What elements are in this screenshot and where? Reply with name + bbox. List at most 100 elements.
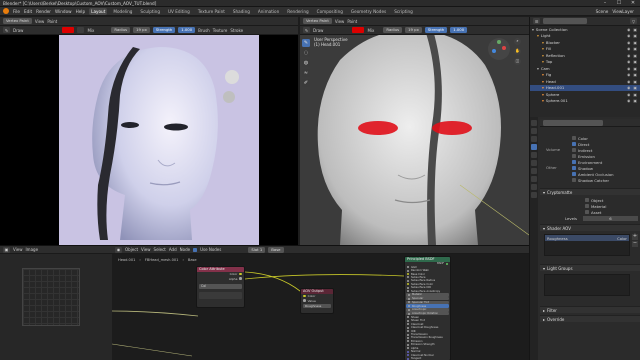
right-viewport[interactable]: ✎ ◌ ◍ ≈ ✐ User Perspective (1) Head.001 …: [300, 35, 529, 245]
blur-tool-icon[interactable]: ◌: [302, 49, 310, 57]
workspace-tab-modeling[interactable]: Modeling: [111, 8, 134, 15]
camera-render-icon[interactable]: ▣: [633, 66, 637, 71]
checkbox[interactable]: [572, 142, 576, 146]
aov-type[interactable]: Color: [617, 236, 627, 241]
shader-select-menu[interactable]: Select: [154, 247, 166, 252]
shader-add-menu[interactable]: Add: [169, 247, 177, 252]
brush-icon-right[interactable]: ✎: [303, 27, 310, 33]
world-tab-icon[interactable]: [531, 160, 537, 166]
remove-aov-icon[interactable]: −: [632, 241, 638, 247]
aov-name-field[interactable]: Roughness: [303, 303, 331, 309]
override-section-header[interactable]: ▸ Override: [540, 315, 640, 322]
paint-color-swatch[interactable]: [62, 27, 75, 33]
workspace-tab-uv-editing[interactable]: UV Editing: [166, 8, 192, 15]
outliner-row-label[interactable]: Head.001: [546, 85, 564, 90]
camera-render-icon[interactable]: ▣: [633, 40, 637, 45]
radius-label[interactable]: Radius: [111, 27, 131, 33]
workspace-tab-rendering[interactable]: Rendering: [285, 8, 310, 15]
view-layer-tab-icon[interactable]: [531, 144, 537, 150]
menu-paint[interactable]: Paint: [47, 19, 57, 24]
outliner-display-mode-icon[interactable]: ☰: [533, 18, 540, 24]
maximize-button[interactable]: ☐: [612, 0, 626, 7]
eye-icon[interactable]: ◉: [627, 72, 630, 77]
eye-icon[interactable]: ◉: [627, 79, 630, 84]
checkbox[interactable]: [572, 166, 576, 170]
annotate-tool-icon[interactable]: ✐: [302, 79, 310, 87]
outliner-row-label[interactable]: Blocker: [546, 40, 560, 45]
radius-label-right[interactable]: Radius: [383, 27, 403, 33]
radius-field-right[interactable]: 19 px: [405, 27, 422, 33]
outliner-row-label[interactable]: Fill: [546, 46, 551, 51]
paint-color-swatch-right[interactable]: [352, 27, 365, 33]
close-button[interactable]: ✕: [626, 0, 640, 7]
outliner-row-label[interactable]: Fig: [546, 72, 551, 77]
checkbox[interactable]: [572, 154, 576, 158]
gizmo-x-axis-icon[interactable]: [502, 46, 506, 50]
aov-name[interactable]: Roughness: [547, 236, 568, 241]
eye-icon[interactable]: ◉: [627, 40, 630, 45]
camera-render-icon[interactable]: ▣: [633, 79, 637, 84]
average-tool-icon[interactable]: ◍: [302, 59, 310, 67]
physics-tab-icon[interactable]: [531, 184, 537, 190]
smear-tool-icon[interactable]: ≈: [302, 69, 310, 77]
image-editor-canvas[interactable]: [0, 254, 112, 360]
brush-name[interactable]: Draw: [13, 28, 23, 33]
shader-view-menu[interactable]: View: [141, 247, 151, 252]
checkbox[interactable]: [572, 160, 576, 164]
workspace-tab-compositing[interactable]: Compositing: [315, 8, 345, 15]
aov-value-input-socket[interactable]: Value: [301, 298, 333, 303]
principled-bsdf-node[interactable]: Principled BSDF BSDF GGX Random Walk Base C…: [404, 256, 451, 360]
alpha-output-socket[interactable]: Alpha: [197, 276, 244, 281]
eye-icon[interactable]: ◉: [627, 66, 630, 71]
bsdf-socket-row[interactable]: Specular: [406, 296, 449, 301]
use-nodes-checkbox[interactable]: [193, 247, 198, 252]
eye-icon[interactable]: ◉: [627, 85, 630, 90]
render-tab-icon[interactable]: [531, 128, 537, 134]
outliner-row-label[interactable]: Sphere: [546, 92, 559, 97]
menu-window[interactable]: Window: [55, 9, 72, 14]
blend-mode-right[interactable]: Mix: [367, 28, 374, 33]
brush-name-right[interactable]: Draw: [313, 28, 323, 33]
mode-selector[interactable]: Vertex Paint: [3, 18, 32, 24]
camera-render-icon[interactable]: ▣: [633, 27, 637, 32]
camera-render-icon[interactable]: ▣: [633, 46, 637, 51]
camera-render-icon[interactable]: ▣: [633, 98, 637, 103]
shader-object-menu[interactable]: Object: [125, 247, 138, 252]
strength-label-right[interactable]: Strength: [424, 27, 448, 33]
outliner-search-input[interactable]: [543, 18, 587, 24]
object-tab-icon[interactable]: [531, 168, 537, 174]
aov-list-item[interactable]: Roughness Color: [545, 235, 629, 241]
image-menu-view[interactable]: View: [13, 247, 23, 252]
color-attribute-node[interactable]: Color Attribute Color Alpha Col: [196, 266, 245, 308]
workspace-tab-animation[interactable]: Animation: [256, 8, 281, 15]
radius-field[interactable]: 19 px: [133, 27, 150, 33]
brush-icon[interactable]: ✎: [3, 27, 10, 33]
outliner-row-label[interactable]: Reflection: [546, 53, 565, 58]
checkbox[interactable]: [585, 198, 589, 202]
blend-mode[interactable]: Mix: [87, 28, 94, 33]
outliner-row-label[interactable]: Sphere.001: [546, 98, 568, 103]
gizmo-z-axis-icon[interactable]: [492, 49, 496, 53]
camera-render-icon[interactable]: ▣: [633, 72, 637, 77]
outliner-row-label[interactable]: Light: [541, 33, 550, 38]
image-menu-image[interactable]: Image: [26, 247, 39, 252]
material-tab-icon[interactable]: [531, 192, 537, 198]
checkbox[interactable]: [572, 178, 576, 182]
eye-icon[interactable]: ◉: [627, 33, 630, 38]
checkbox[interactable]: [572, 136, 576, 140]
camera-render-icon[interactable]: ▣: [633, 33, 637, 38]
pan-hand-icon[interactable]: ✋: [514, 48, 521, 55]
checkbox-row[interactable]: Shadow Catcher: [572, 177, 640, 183]
camera-render-icon[interactable]: ▣: [633, 85, 637, 90]
checkbox[interactable]: [572, 148, 576, 152]
camera-render-icon[interactable]: ▣: [633, 59, 637, 64]
strength-label[interactable]: Strength: [152, 27, 176, 33]
menu-paint-right[interactable]: Paint: [347, 19, 357, 24]
eye-icon[interactable]: ◉: [627, 98, 630, 103]
filter-icon[interactable]: ▽: [630, 18, 637, 24]
outliner-row-label[interactable]: Head: [546, 79, 556, 84]
shader-node-menu[interactable]: Node: [180, 247, 190, 252]
color-attribute-field[interactable]: Col: [199, 283, 242, 289]
mode-selector-right[interactable]: Vertex Paint: [303, 18, 332, 24]
eye-icon[interactable]: ◉: [627, 53, 630, 58]
